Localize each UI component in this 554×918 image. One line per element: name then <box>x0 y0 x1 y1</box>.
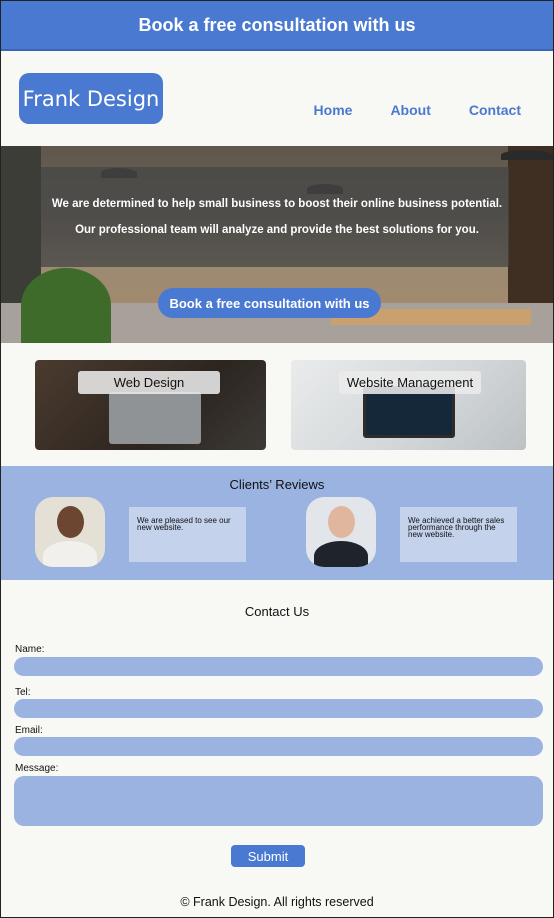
avatar-head <box>57 506 84 538</box>
hero-consultation-button[interactable]: Book a free consultation with us <box>158 288 381 318</box>
hero-plant <box>21 268 111 343</box>
tel-label: Tel: <box>15 687 31 698</box>
nav-about-link[interactable]: About <box>390 102 430 118</box>
submit-button[interactable]: Submit <box>231 845 305 867</box>
service-label: Web Design <box>78 371 220 394</box>
hero-section: We are determined to help small business… <box>1 146 553 343</box>
contact-title: Contact Us <box>244 604 310 619</box>
hero-text-overlay <box>41 167 509 267</box>
laptop-image <box>109 392 201 444</box>
avatar-body <box>314 541 368 567</box>
hero-cta-label: Book a free consultation with us <box>169 295 370 311</box>
message-label: Message: <box>15 763 59 774</box>
email-label: Email: <box>15 725 43 736</box>
logo[interactable]: Frank Design <box>19 73 163 124</box>
tel-field[interactable] <box>14 699 543 718</box>
name-label: Name: <box>15 644 45 655</box>
hero-line-1: We are determined to help small business… <box>51 198 503 210</box>
footer-copyright: © Frank Design. All rights reserved <box>180 895 374 909</box>
name-field[interactable] <box>14 657 543 676</box>
avatar-head <box>328 506 355 538</box>
reviews-section: Clients’ Reviews We are pleased to see o… <box>1 466 553 580</box>
main-nav: Home About Contact <box>314 102 521 118</box>
top-consultation-banner[interactable]: Book a free consultation with us <box>1 1 553 51</box>
logo-text: Frank Design <box>22 86 160 111</box>
reviews-title: Clients’ Reviews <box>229 477 325 492</box>
avatar <box>35 497 105 567</box>
avatar <box>306 497 376 567</box>
nav-home-link[interactable]: Home <box>314 102 353 118</box>
service-card-web-design[interactable]: Web Design <box>35 360 266 450</box>
service-card-website-management[interactable]: Website Management <box>291 360 526 450</box>
email-field[interactable] <box>14 737 543 756</box>
banner-text: Book a free consultation with us <box>138 14 416 35</box>
hero-line-2: Our professional team will analyze and p… <box>75 224 479 236</box>
service-label: Website Management <box>339 371 481 394</box>
review-quote: We are pleased to see our new website. <box>129 507 246 562</box>
avatar-body <box>43 541 97 567</box>
hero-lamp <box>501 150 553 160</box>
message-field[interactable] <box>14 776 543 826</box>
review-quote: We achieved a better sales performance t… <box>400 507 517 562</box>
nav-contact-link[interactable]: Contact <box>469 102 521 118</box>
